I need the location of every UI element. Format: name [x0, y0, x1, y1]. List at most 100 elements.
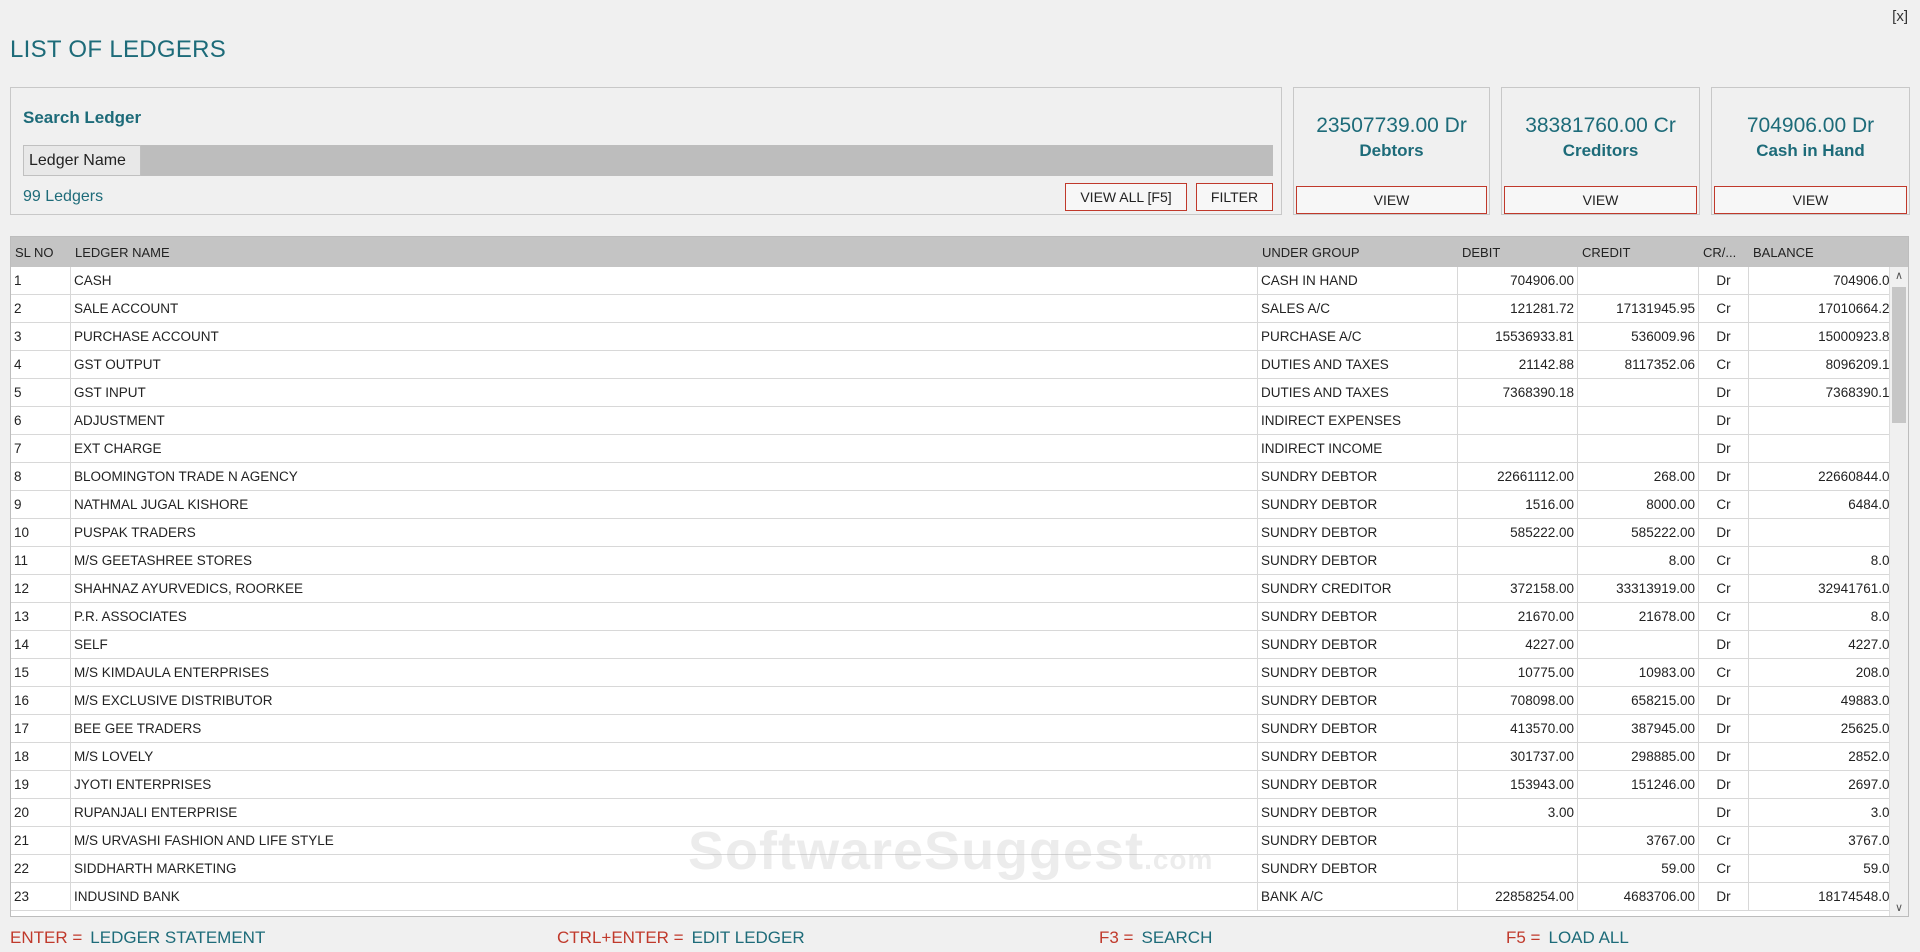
table-row[interactable]: 8 BLOOMINGTON TRADE N AGENCY SUNDRY DEBTOR… — [11, 463, 1901, 491]
column-header-sl-no[interactable]: SL NO — [11, 237, 71, 267]
table-row[interactable]: 21 M/S URVASHI FASHION AND LIFE STYLE SUND… — [11, 827, 1901, 855]
table-row[interactable]: 12 SHAHNAZ AYURVEDICS, ROORKEE SUNDRY CRED… — [11, 575, 1901, 603]
cell-sl-no: 19 — [11, 771, 71, 799]
view-all-button[interactable]: VIEW ALL [F5] — [1065, 183, 1187, 211]
cell-debit: 708098.00 — [1458, 687, 1578, 715]
filter-button[interactable]: FILTER — [1196, 183, 1273, 211]
cell-credit — [1578, 379, 1699, 407]
column-header-ledger-name[interactable]: LEDGER NAME — [71, 237, 1258, 267]
cell-cr-dr: Cr — [1699, 603, 1749, 631]
table-row[interactable]: 6 ADJUSTMENT INDIRECT EXPENSES Dr — [11, 407, 1901, 435]
chevron-down-icon[interactable]: ∨ — [1890, 899, 1908, 916]
cell-sl-no: 11 — [11, 547, 71, 575]
cell-balance: 8.00 — [1749, 603, 1901, 631]
cell-debit — [1458, 855, 1578, 883]
search-row: Ledger Name — [23, 145, 1273, 176]
column-header-cr-dr[interactable]: CR/... — [1699, 237, 1749, 267]
debtors-view-button[interactable]: VIEW — [1296, 186, 1487, 214]
cell-balance — [1749, 407, 1901, 435]
cell-sl-no: 9 — [11, 491, 71, 519]
creditors-view-button[interactable]: VIEW — [1504, 186, 1697, 214]
cell-credit — [1578, 267, 1699, 295]
cell-under-group: SUNDRY DEBTOR — [1258, 771, 1458, 799]
table-row[interactable]: 4 GST OUTPUT DUTIES AND TAXES 21142.88 81173… — [11, 351, 1901, 379]
scrollbar-thumb[interactable] — [1892, 287, 1906, 423]
cell-balance: 2852.00 — [1749, 743, 1901, 771]
column-header-balance[interactable]: BALANCE — [1749, 237, 1901, 267]
table-row[interactable]: 23 INDUSIND BANK BANK A/C 22858254.00 468370… — [11, 883, 1901, 911]
table-row[interactable]: 3 PURCHASE ACCOUNT PURCHASE A/C 15536933.81… — [11, 323, 1901, 351]
cell-ledger-name: ADJUSTMENT — [71, 407, 1258, 435]
table-row[interactable]: 17 BEE GEE TRADERS SUNDRY DEBTOR 413570.00 3… — [11, 715, 1901, 743]
cell-cr-dr: Dr — [1699, 771, 1749, 799]
cell-balance: 7368390.18 — [1749, 379, 1901, 407]
table-row[interactable]: 15 M/S KIMDAULA ENTERPRISES SUNDRY DEBTOR 1… — [11, 659, 1901, 687]
column-header-under-group[interactable]: UNDER GROUP — [1258, 237, 1458, 267]
table-row[interactable]: 22 SIDDHARTH MARKETING SUNDRY DEBTOR 59.00 C… — [11, 855, 1901, 883]
cell-under-group: SUNDRY DEBTOR — [1258, 463, 1458, 491]
cell-under-group: DUTIES AND TAXES — [1258, 379, 1458, 407]
cell-sl-no: 7 — [11, 435, 71, 463]
cell-under-group: SUNDRY DEBTOR — [1258, 687, 1458, 715]
table-row[interactable]: 19 JYOTI ENTERPRISES SUNDRY DEBTOR 153943.0… — [11, 771, 1901, 799]
cell-debit: 1516.00 — [1458, 491, 1578, 519]
table-row[interactable]: 10 PUSPAK TRADERS SUNDRY DEBTOR 585222.00 58… — [11, 519, 1901, 547]
ledger-count: 99 Ledgers — [23, 188, 104, 205]
cell-debit: 704906.00 — [1458, 267, 1578, 295]
cash-in-hand-card: 704906.00 Dr Cash in Hand VIEW — [1711, 87, 1910, 215]
cell-balance: 25625.00 — [1749, 715, 1901, 743]
ledger-name-input[interactable] — [141, 145, 1273, 176]
cell-debit: 7368390.18 — [1458, 379, 1578, 407]
debtors-total: 23507739.00 Dr — [1316, 114, 1467, 137]
table-row[interactable]: 13 P.R. ASSOCIATES SUNDRY DEBTOR 21670.00 21… — [11, 603, 1901, 631]
cell-under-group: SUNDRY DEBTOR — [1258, 519, 1458, 547]
cell-balance — [1749, 435, 1901, 463]
vertical-scrollbar[interactable]: ∧ ∨ — [1889, 267, 1908, 916]
table-row[interactable]: 11 M/S GEETASHREE STORES SUNDRY DEBTOR 8.00… — [11, 547, 1901, 575]
cell-balance: 22660844.00 — [1749, 463, 1901, 491]
table-row[interactable]: 20 RUPANJALI ENTERPRISE SUNDRY DEBTOR 3.00 D… — [11, 799, 1901, 827]
cell-under-group: SUNDRY DEBTOR — [1258, 603, 1458, 631]
cell-credit: 8.00 — [1578, 547, 1699, 575]
cell-ledger-name: PURCHASE ACCOUNT — [71, 323, 1258, 351]
cell-sl-no: 17 — [11, 715, 71, 743]
column-header-debit[interactable]: DEBIT — [1458, 237, 1578, 267]
table-row[interactable]: 1 CASH CASH IN HAND 704906.00 Dr 704906.00 — [11, 267, 1901, 295]
cell-under-group: SUNDRY DEBTOR — [1258, 659, 1458, 687]
table-row[interactable]: 9 NATHMAL JUGAL KISHORE SUNDRY DEBTOR 1516.… — [11, 491, 1901, 519]
table-row[interactable]: 5 GST INPUT DUTIES AND TAXES 7368390.18 Dr 73… — [11, 379, 1901, 407]
cash-in-hand-total: 704906.00 Dr — [1746, 114, 1875, 137]
cell-balance: 49883.00 — [1749, 687, 1901, 715]
cell-balance: 15000923.85 — [1749, 323, 1901, 351]
table-row[interactable]: 18 M/S LOVELY SUNDRY DEBTOR 301737.00 298885… — [11, 743, 1901, 771]
table-row[interactable]: 14 SELF SUNDRY DEBTOR 4227.00 Dr 4227.00 — [11, 631, 1901, 659]
table-row[interactable]: 2 SALE ACCOUNT SALES A/C 121281.72 17131945.… — [11, 295, 1901, 323]
cell-ledger-name: GST INPUT — [71, 379, 1258, 407]
cell-cr-dr: Dr — [1699, 687, 1749, 715]
cell-under-group: INDIRECT EXPENSES — [1258, 407, 1458, 435]
cell-debit: 3.00 — [1458, 799, 1578, 827]
cell-ledger-name: GST OUTPUT — [71, 351, 1258, 379]
cell-ledger-name: SELF — [71, 631, 1258, 659]
cell-balance: 18174548.00 — [1749, 883, 1901, 911]
cell-balance: 208.00 — [1749, 659, 1901, 687]
cell-cr-dr: Dr — [1699, 435, 1749, 463]
cell-ledger-name: M/S KIMDAULA ENTERPRISES — [71, 659, 1258, 687]
cell-ledger-name: SALE ACCOUNT — [71, 295, 1258, 323]
cash-in-hand-view-button[interactable]: VIEW — [1714, 186, 1907, 214]
cell-debit: 21670.00 — [1458, 603, 1578, 631]
cell-ledger-name: EXT CHARGE — [71, 435, 1258, 463]
chevron-up-icon[interactable]: ∧ — [1890, 267, 1908, 285]
cell-debit — [1458, 435, 1578, 463]
cell-ledger-name: BLOOMINGTON TRADE N AGENCY — [71, 463, 1258, 491]
table-body: 1 CASH CASH IN HAND 704906.00 Dr 704906.00 2 SA… — [11, 267, 1901, 911]
cell-under-group: SUNDRY DEBTOR — [1258, 827, 1458, 855]
table-row[interactable]: 7 EXT CHARGE INDIRECT INCOME Dr — [11, 435, 1901, 463]
cell-credit: 268.00 — [1578, 463, 1699, 491]
table-row[interactable]: 16 M/S EXCLUSIVE DISTRIBUTOR SUNDRY DEBTOR… — [11, 687, 1901, 715]
cell-credit — [1578, 435, 1699, 463]
column-header-credit[interactable]: CREDIT — [1578, 237, 1699, 267]
close-button[interactable]: [x] — [1892, 8, 1908, 25]
cell-under-group: DUTIES AND TAXES — [1258, 351, 1458, 379]
cell-debit: 585222.00 — [1458, 519, 1578, 547]
